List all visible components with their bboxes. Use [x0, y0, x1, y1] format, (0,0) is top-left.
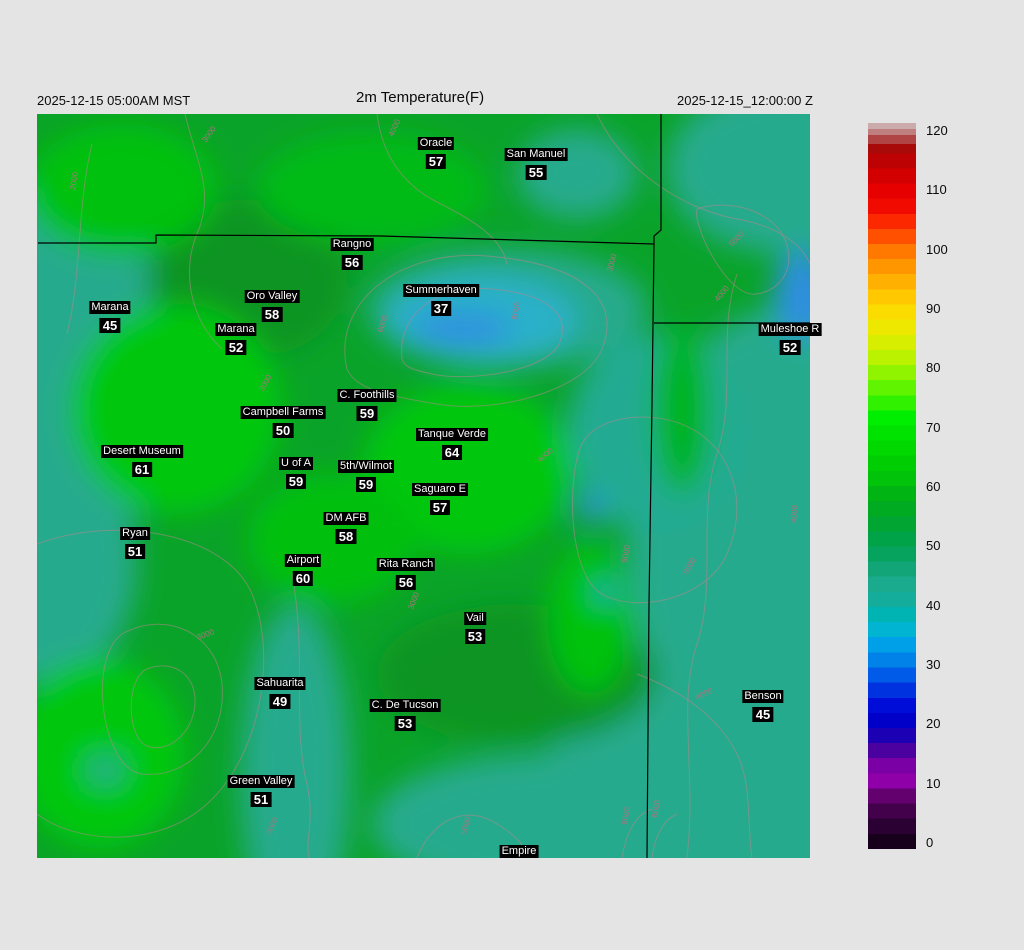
utc-timestamp: 2025-12-15_12:00:00 Z — [677, 93, 813, 108]
colorbar-tick-100: 100 — [926, 242, 970, 257]
page-title: 2m Temperature(F) — [356, 89, 484, 106]
contour-label: 4000 — [789, 504, 800, 523]
colorbar-tick-110: 110 — [926, 182, 970, 197]
temperature-map: 2000300040006000500030005000400030004000… — [37, 114, 810, 858]
temperature-colorbar — [868, 123, 916, 849]
colorbar-tick-70: 70 — [926, 420, 970, 435]
colorbar-tick-10: 10 — [926, 776, 970, 791]
colorbar-tick-120: 120 — [926, 123, 970, 138]
colorbar-tick-60: 60 — [926, 479, 970, 494]
local-timestamp: 2025-12-15 05:00AM MST — [37, 93, 190, 108]
weather-map-page: 2025-12-15 05:00AM MST 2m Temperature(F)… — [0, 0, 1024, 950]
colorbar-tick-90: 90 — [926, 301, 970, 316]
colorbar-tick-0: 0 — [926, 835, 970, 850]
colorbar-tick-80: 80 — [926, 360, 970, 375]
colorbar-tick-50: 50 — [926, 538, 970, 553]
colorbar-tick-30: 30 — [926, 657, 970, 672]
colorbar-tick-40: 40 — [926, 598, 970, 613]
colorbar-tick-20: 20 — [926, 716, 970, 731]
temperature-field: 2000300040006000500030005000400030004000… — [37, 114, 810, 858]
